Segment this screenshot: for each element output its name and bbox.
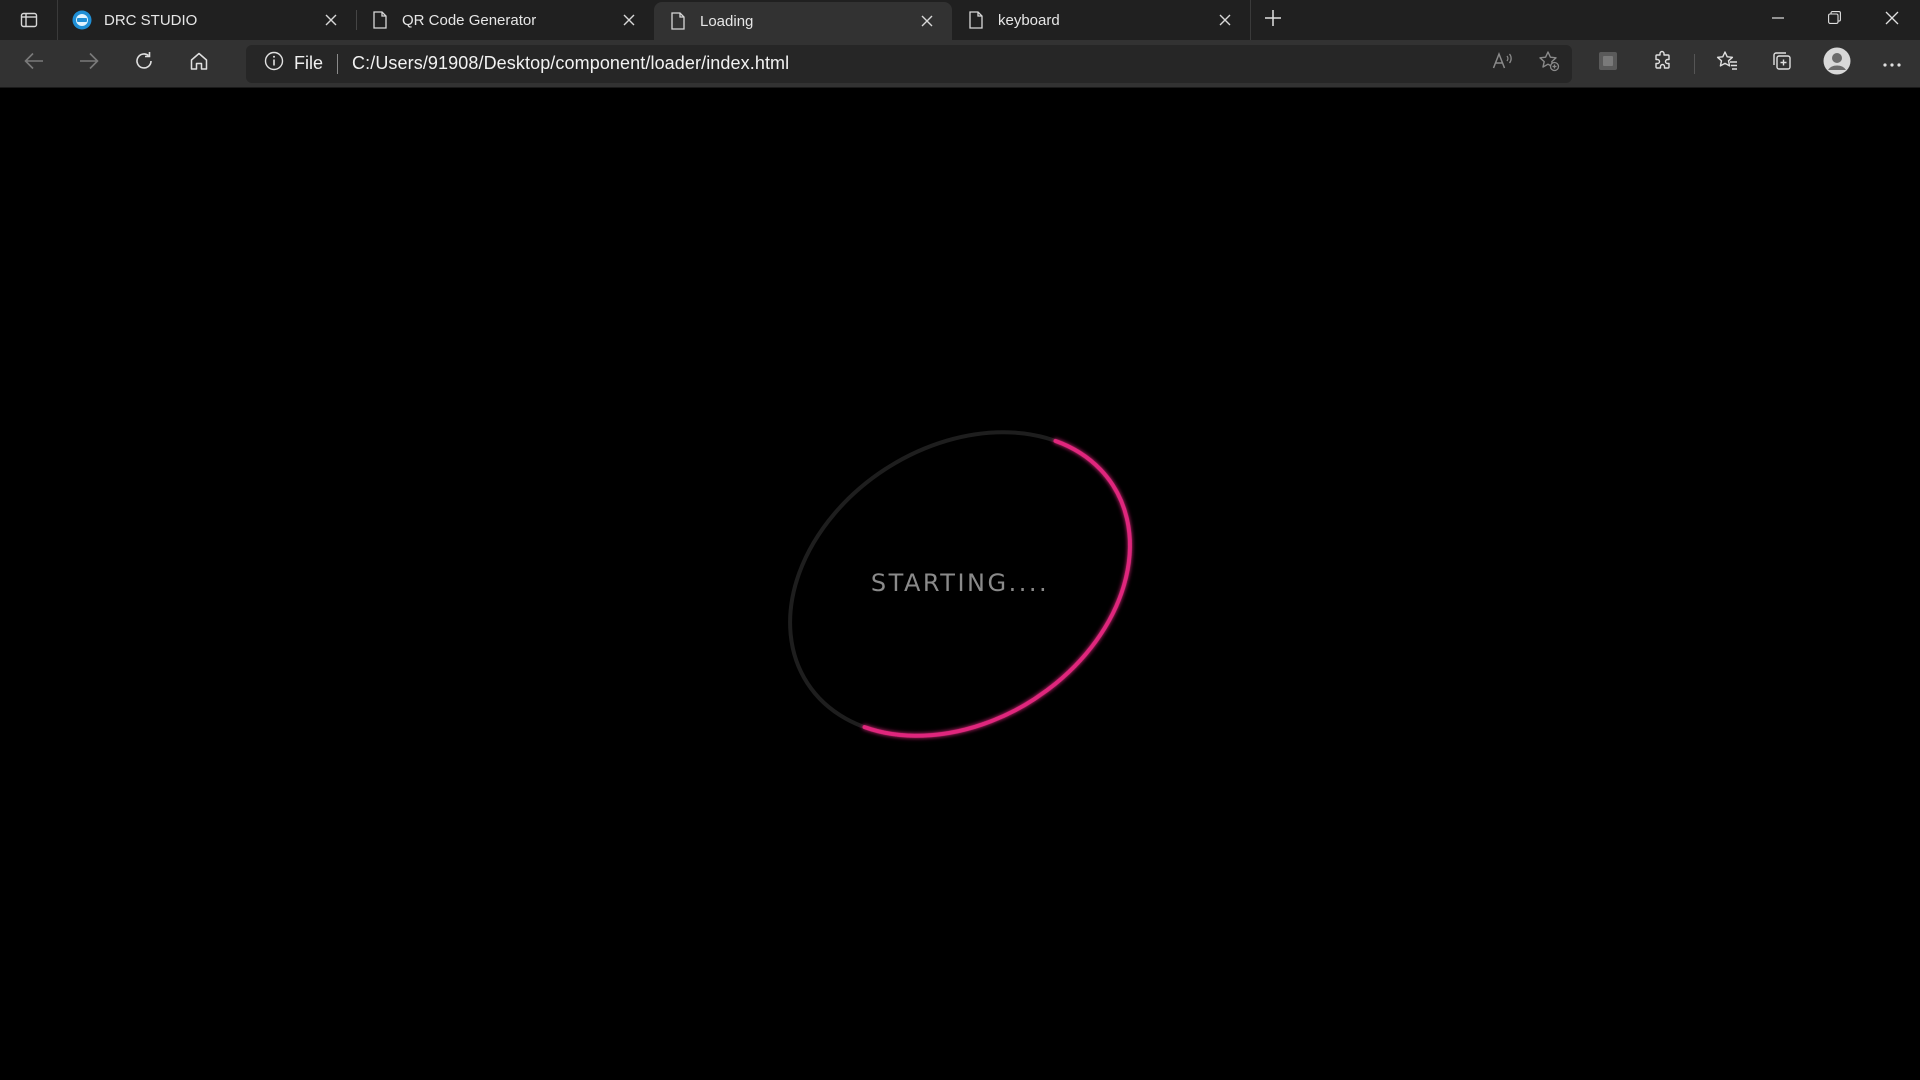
tab-title: QR Code Generator [402,11,537,29]
drc-studio-favicon-icon [72,10,92,30]
tab-strip: DRC STUDIO QR Code Generator Loading key… [0,0,1920,40]
arrow-right-icon [79,52,99,75]
extension-button[interactable] [1580,44,1635,84]
close-icon [1885,11,1899,30]
close-window-button[interactable] [1863,0,1920,40]
tab-title: DRC STUDIO [104,11,198,29]
toolbar-divider [1694,53,1695,74]
favorites-button[interactable] [1699,44,1754,84]
tab-keyboard[interactable]: keyboard [952,0,1250,40]
more-dots-icon [1882,55,1901,73]
page-icon [966,10,986,30]
address-separator [337,53,339,74]
tab-loading[interactable]: Loading [654,2,952,40]
loader-ring-arc [862,438,1132,738]
tab-actions-area [0,0,58,40]
page-icon [668,11,688,31]
loader-status-text: STARTING.... [870,569,1050,597]
scheme-label: File [294,53,324,73]
close-tab-icon[interactable] [618,9,640,31]
home-icon [189,51,209,76]
back-button[interactable] [12,44,56,84]
read-aloud-icon [1492,51,1514,76]
page-viewport: STARTING.... [0,89,1920,1080]
browser-toolbar: File C:/Users/91908/Desktop/component/lo… [0,40,1920,88]
tab-title: Loading [700,12,754,30]
minimize-icon [1771,11,1784,29]
tab-drc-studio[interactable]: DRC STUDIO [58,0,356,40]
window-controls [1749,0,1920,40]
restore-icon [1828,11,1841,29]
extensions-button[interactable] [1635,44,1690,84]
close-tab-icon[interactable] [1214,9,1236,31]
page-icon [370,10,390,30]
refresh-icon [134,51,154,76]
tab-qr-code-generator[interactable]: QR Code Generator [356,0,654,40]
info-icon [264,51,284,76]
home-button[interactable] [177,44,221,84]
puzzle-icon [1652,50,1674,77]
forward-button[interactable] [67,44,111,84]
navigation-buttons [12,44,232,84]
plus-icon [1264,9,1282,32]
close-tab-icon[interactable] [916,10,938,32]
more-options-button[interactable] [1864,44,1919,84]
read-aloud-button[interactable] [1480,45,1526,83]
tab-actions-icon[interactable] [20,11,38,29]
url-text[interactable]: C:/Users/91908/Desktop/component/loader/… [352,53,789,74]
close-tab-icon[interactable] [320,9,342,31]
tab-title: keyboard [998,11,1060,29]
site-info-button[interactable]: File [264,51,323,76]
collections-button[interactable] [1754,44,1809,84]
address-bar-actions [1480,45,1572,83]
extension-app-icon [1597,50,1619,77]
profile-button[interactable] [1809,44,1864,84]
refresh-button[interactable] [122,44,166,84]
minimize-button[interactable] [1749,0,1806,40]
toolbar-actions [1580,44,1919,84]
address-bar[interactable]: File C:/Users/91908/Desktop/component/lo… [246,44,1572,83]
add-favorite-button[interactable] [1526,45,1572,83]
restore-button[interactable] [1806,0,1863,40]
arrow-left-icon [24,52,44,75]
star-add-icon [1538,50,1560,77]
avatar-icon [1823,47,1851,80]
collections-icon [1771,50,1793,77]
new-tab-button[interactable] [1250,0,1294,40]
favorites-icon [1716,50,1738,77]
